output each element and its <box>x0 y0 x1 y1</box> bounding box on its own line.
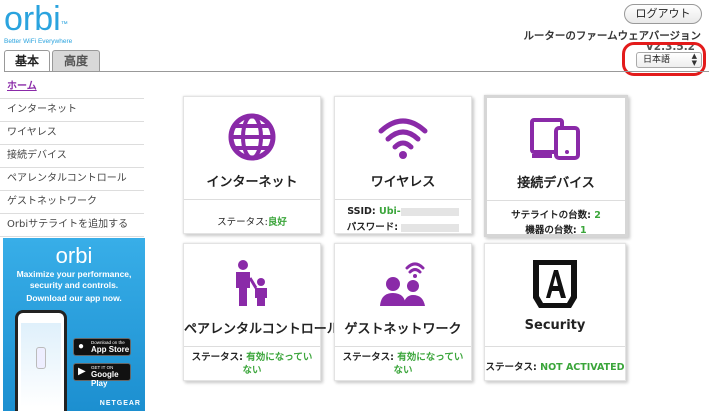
tab-basic[interactable]: 基本 <box>4 50 50 72</box>
parental-status: ステータス: 有効になっていない <box>184 346 320 380</box>
security-status: ステータス: NOT ACTIVATED <box>485 346 625 380</box>
ssid-value: Ubi- <box>379 206 401 217</box>
sidebar-item-home[interactable]: ホーム <box>0 76 144 99</box>
guest-status-value: 有効になっていない <box>393 352 464 376</box>
app-store-button[interactable]: ● Download on the App Store <box>73 338 131 356</box>
app-ad-banner[interactable]: orbi Maximize your performance, security… <box>3 238 145 411</box>
wireless-status: SSID: Ubi- パスワード: <box>335 199 471 233</box>
apple-icon: ● <box>78 341 85 352</box>
phone-image <box>15 310 67 411</box>
ad-headline: Maximize your performance, security and … <box>16 269 132 290</box>
devices-card[interactable]: 接続デバイス サテライトの台数: 2 機器の台数: 1 <box>484 95 628 237</box>
security-title: Security <box>524 318 586 333</box>
security-status-value: NOT ACTIVATED <box>540 362 625 373</box>
guest-title: ゲストネットワーク <box>344 322 462 337</box>
devices-title: 接続デバイス <box>517 176 595 191</box>
security-card[interactable]: Security ステータス: NOT ACTIVATED <box>484 243 626 381</box>
guest-wifi-icon <box>335 258 471 310</box>
wireless-card[interactable]: ワイヤレス SSID: Ubi- パスワード: <box>334 96 472 234</box>
devices-icon <box>487 112 625 164</box>
logo-tagline: Better WiFi Everywhere <box>4 38 73 45</box>
parental-title: ペアレンタルコントロール <box>184 322 340 337</box>
parent-child-icon <box>184 258 320 310</box>
wifi-icon <box>335 111 471 163</box>
internet-title: インターネット <box>206 175 298 190</box>
sidebar-item-guest[interactable]: ゲストネットワーク <box>0 191 144 214</box>
internet-status: ステータス:良好 <box>184 199 320 233</box>
ad-logo: orbi <box>55 243 93 268</box>
logout-button[interactable]: ログアウト <box>624 4 702 24</box>
ad-cta: Download our app now. <box>26 293 122 303</box>
tabs-divider <box>4 71 709 72</box>
sidebar-item-internet[interactable]: インターネット <box>0 99 144 122</box>
internet-card[interactable]: インターネット ステータス:良好 <box>183 96 321 234</box>
netgear-logo: NETGEAR <box>99 400 141 407</box>
armor-a-icon <box>485 258 625 310</box>
logo-text: orbi <box>4 0 61 38</box>
sidebar-nav: ホーム インターネット ワイヤレス 接続デバイス ペアレンタルコントロール ゲス… <box>0 76 144 237</box>
parental-card[interactable]: ペアレンタルコントロール ステータス: 有効になっていない <box>183 243 340 381</box>
google-play-button[interactable]: ▶ GET IT ON Google Play <box>73 363 131 388</box>
globe-icon <box>184 111 320 163</box>
devices-count: 1 <box>580 225 587 236</box>
satellites-count: 2 <box>594 210 601 221</box>
ssid-mask <box>400 207 459 216</box>
wireless-title: ワイヤレス <box>370 175 436 190</box>
tab-advanced[interactable]: 高度 <box>52 50 100 71</box>
devices-status: サテライトの台数: 2 機器の台数: 1 <box>487 200 625 236</box>
parental-status-value: 有効になっていない <box>242 352 313 376</box>
internet-status-value: 良好 <box>267 217 287 228</box>
sidebar-item-parental[interactable]: ペアレンタルコントロール <box>0 168 144 191</box>
sidebar-item-devices[interactable]: 接続デバイス <box>0 145 144 168</box>
orbi-logo: orbi™ Better WiFi Everywhere <box>4 2 72 45</box>
sidebar-item-wireless[interactable]: ワイヤレス <box>0 122 144 145</box>
play-icon: ▶ <box>78 366 86 377</box>
password-mask <box>401 223 460 232</box>
guest-card[interactable]: ゲストネットワーク ステータス: 有効になっていない <box>334 243 472 381</box>
sidebar-item-add-satellite[interactable]: Orbiサテライトを追加する <box>0 214 144 237</box>
logo-tm: ™ <box>60 21 68 28</box>
guest-status: ステータス: 有効になっていない <box>335 346 471 380</box>
